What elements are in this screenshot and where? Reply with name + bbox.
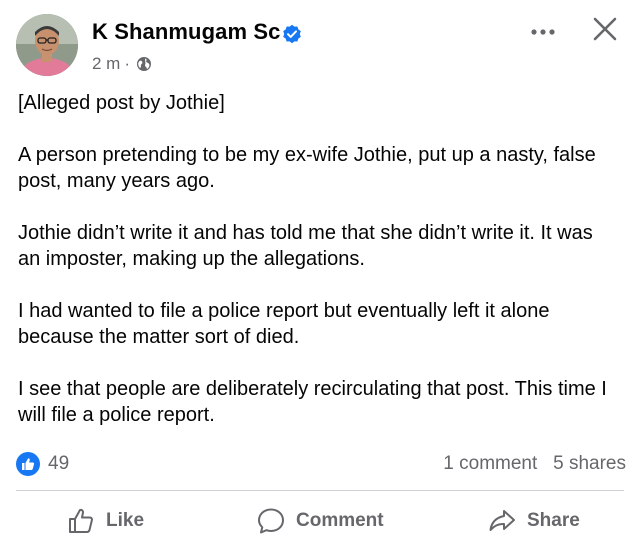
action-bar: Like Comment Share <box>0 500 640 542</box>
post-body: [Alleged post by Jothie] A person preten… <box>18 90 618 454</box>
engagement-counts: 1 comment 5 shares <box>443 453 626 475</box>
post-paragraph: I see that people are deliberately recir… <box>18 378 607 426</box>
like-reaction-icon[interactable] <box>16 452 40 476</box>
post-paragraph: A person pretending to be my ex-wife Jot… <box>18 144 596 192</box>
post-paragraph: [Alleged post by Jothie] <box>18 92 225 114</box>
share-count[interactable]: 5 shares <box>553 453 626 474</box>
share-button-label: Share <box>527 510 580 531</box>
avatar[interactable] <box>16 14 78 76</box>
like-button-label: Like <box>106 510 145 531</box>
post-paragraph: Jothie didn’t write it and has told me t… <box>18 222 593 270</box>
comment-button-label: Comment <box>296 510 384 531</box>
post-header: K Shanmugam Sc 2 m · <box>0 0 640 84</box>
share-button[interactable]: Share <box>487 500 580 542</box>
comment-count[interactable]: 1 comment <box>443 453 537 474</box>
globe-icon <box>137 57 152 71</box>
like-button[interactable]: Like <box>66 500 144 542</box>
thumbs-up-icon <box>69 508 93 533</box>
more-options-icon[interactable] <box>528 22 558 42</box>
comment-bubble-icon <box>258 508 284 534</box>
close-icon[interactable] <box>590 14 620 44</box>
post-paragraph: I had wanted to file a police report but… <box>18 300 550 348</box>
meta-separator: · <box>124 54 131 73</box>
reaction-stats: 49 1 comment 5 shares <box>16 450 626 478</box>
comment-button[interactable]: Comment <box>256 500 384 542</box>
like-count[interactable]: 49 <box>48 453 69 475</box>
post-meta: 2 m · <box>92 54 152 74</box>
share-arrow-icon <box>489 510 515 531</box>
divider <box>16 490 624 491</box>
verified-badge-icon <box>283 24 301 44</box>
post-time[interactable]: 2 m <box>92 54 120 74</box>
author-name[interactable]: K Shanmugam Sc <box>92 19 280 45</box>
